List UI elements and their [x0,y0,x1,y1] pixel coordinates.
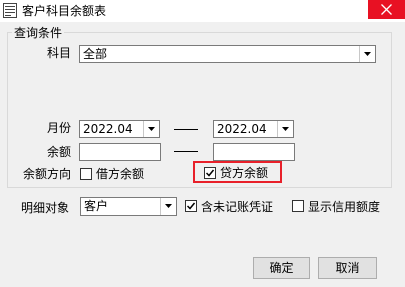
app-icon [3,3,17,18]
month-range-dash [174,129,198,130]
subject-label: 科目 [47,46,72,60]
window-title: 客户科目余额表 [22,4,107,18]
debit-balance-label: 借方余额 [96,167,145,181]
chevron-down-icon [165,204,172,208]
detail-object-select[interactable]: 客户 [80,197,177,216]
debit-balance-checkbox[interactable] [80,168,92,180]
include-unposted-label: 含未记账凭证 [201,200,274,214]
subject-dropdown-button[interactable] [359,46,375,62]
query-group-title: 查询条件 [12,26,65,40]
cancel-button[interactable]: 取消 [318,257,377,279]
direction-label: 余额方向 [23,167,72,181]
ok-button[interactable]: 确定 [253,257,310,279]
balance-label: 余额 [47,145,72,159]
chevron-down-icon [282,127,289,131]
balance-range-dash [174,151,198,152]
checkmark-icon [187,202,195,210]
detail-object-dropdown-button[interactable] [160,198,176,215]
month-from-select[interactable]: 2022.04 [79,120,160,138]
chevron-down-icon [148,127,155,131]
highlight-box [193,161,282,183]
title-bar: 客户科目余额表 [0,0,405,22]
balance-to-input[interactable] [213,143,295,161]
balance-from-input[interactable] [79,143,161,161]
chevron-down-icon [364,52,371,56]
close-button[interactable] [368,0,405,19]
subject-select[interactable]: 全部 [79,45,376,63]
subject-value: 全部 [83,47,108,61]
close-icon [381,4,392,15]
include-unposted-checkbox[interactable] [185,200,197,212]
month-to-value: 2022.04 [217,122,267,136]
month-to-select[interactable]: 2022.04 [213,120,294,138]
detail-object-label: 明细对象 [21,201,70,215]
month-from-dropdown-button[interactable] [143,121,159,137]
month-label: 月份 [47,121,72,135]
detail-object-value: 客户 [84,199,109,213]
show-credit-limit-checkbox[interactable] [292,200,304,212]
month-from-value: 2022.04 [83,122,133,136]
show-credit-limit-label: 显示信用额度 [308,200,381,214]
month-to-dropdown-button[interactable] [277,121,293,137]
